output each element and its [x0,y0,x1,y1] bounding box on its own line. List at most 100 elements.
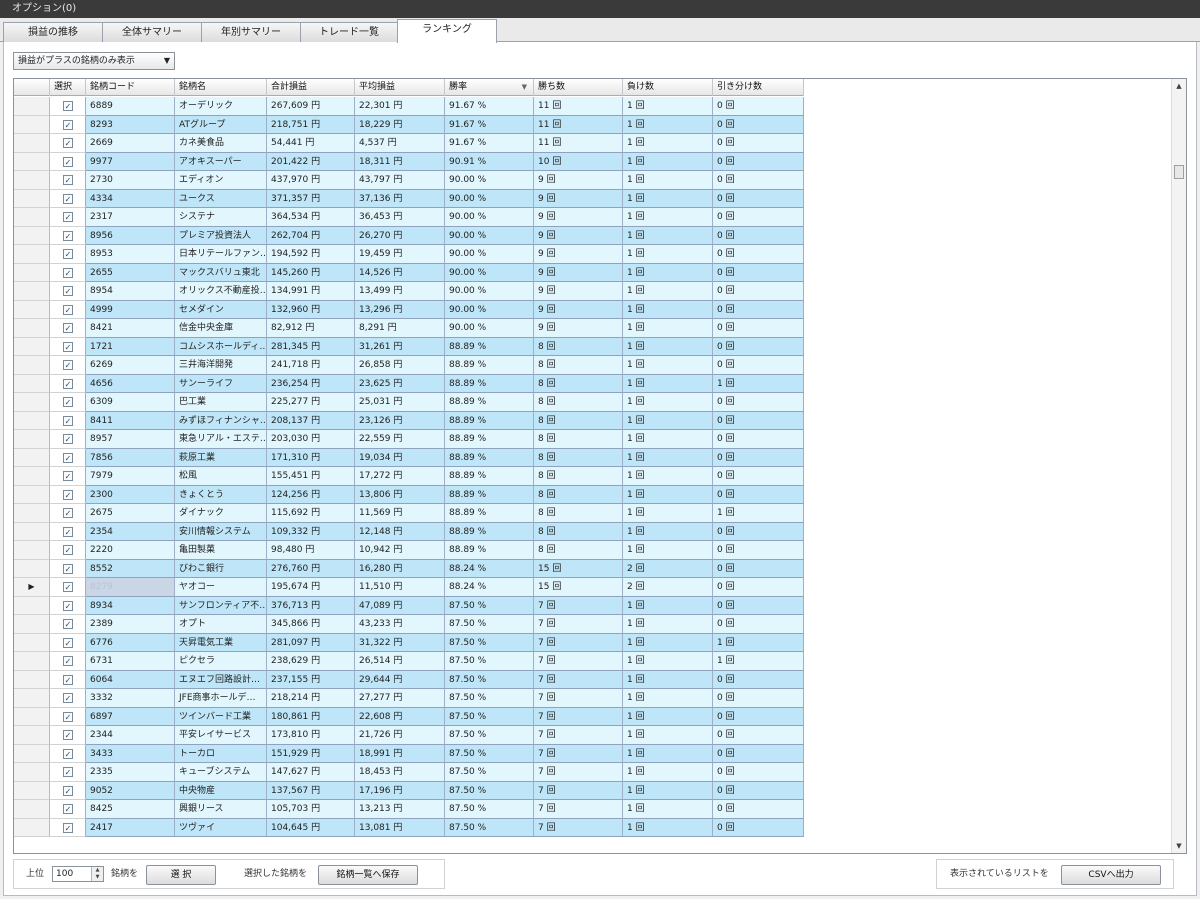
table-row[interactable]: ✓ 2220 亀田製菓 98,480 円 10,942 円 88.89 % 8 回1 回0 … [14,541,804,560]
table-row[interactable]: ✓ 1721 コムシスホールディ… 281,345 円 31,261 円 88.89 % 8… [14,337,804,356]
table-row[interactable]: ✓ 8957 東急リアル・エステ… 203,030 円 22,559 円 88.89 % 8… [14,430,804,449]
cell-winrate[interactable]: 88.89 % [445,374,534,393]
cell-draws[interactable]: 0 回 [713,152,804,171]
row-header[interactable] [14,319,50,338]
scroll-up-icon[interactable]: ▲ [1172,79,1186,93]
cell-winrate[interactable]: 90.00 % [445,245,534,264]
select-checkbox[interactable]: ✓ [63,212,73,222]
cell-average-profit[interactable]: 23,126 円 [355,411,445,430]
cell-draws[interactable]: 0 回 [713,115,804,134]
row-header[interactable] [14,300,50,319]
tab-ranking[interactable]: ランキング [397,19,497,43]
cell-code[interactable]: 8552 [86,559,175,578]
cell-total-profit[interactable]: 218,751 円 [267,115,355,134]
select-checkbox[interactable]: ✓ [63,526,73,537]
cell-name[interactable]: オプト [175,615,267,634]
select-checkbox[interactable]: ✓ [63,730,73,740]
cell-code[interactable]: 8953 [86,245,175,264]
cell-name[interactable]: エディオン [175,171,267,190]
table-row[interactable]: ✓ 3433 トーカロ 151,929 円 18,991 円 87.50 % 7 回1 回0… [14,744,804,763]
row-header[interactable] [14,559,50,578]
cell-draws[interactable]: 0 回 [713,411,804,430]
cell-winrate[interactable]: 88.89 % [445,393,534,412]
cell-average-profit[interactable]: 25,031 円 [355,393,445,412]
cell-winrate[interactable]: 88.89 % [445,467,534,486]
row-header[interactable] [14,226,50,245]
cell-winrate[interactable]: 88.24 % [445,559,534,578]
row-header[interactable] [14,448,50,467]
cell-average-profit[interactable]: 12,148 円 [355,522,445,541]
cell-code[interactable]: 2655 [86,263,175,282]
cell-total-profit[interactable]: 276,760 円 [267,559,355,578]
row-header[interactable] [14,615,50,634]
cell-code[interactable]: 8954 [86,282,175,301]
table-row[interactable]: ✓ 3332 JFE商事ホールデ… 218,214 円 27,277 円 87.50 % 7… [14,689,804,708]
cell-code[interactable]: 2220 [86,541,175,560]
cell-total-profit[interactable]: 437,970 円 [267,171,355,190]
row-header[interactable] [14,356,50,375]
cell-average-profit[interactable]: 43,797 円 [355,171,445,190]
select-checkbox[interactable]: ✓ [63,619,73,629]
row-header[interactable] [14,152,50,171]
cell-wins[interactable]: 11 回 [534,134,623,153]
cell-average-profit[interactable]: 22,559 円 [355,430,445,449]
cell-name[interactable]: 東急リアル・エステ… [175,430,267,449]
cell-total-profit[interactable]: 115,692 円 [267,504,355,523]
cell-total-profit[interactable]: 225,277 円 [267,393,355,412]
cell-name[interactable]: マックスバリュ東北 [175,263,267,282]
cell-average-profit[interactable]: 26,270 円 [355,226,445,245]
cell-draws[interactable]: 1 回 [713,652,804,671]
select-button[interactable]: 選 択 [146,865,216,885]
cell-total-profit[interactable]: 241,718 円 [267,356,355,375]
cell-average-profit[interactable]: 16,280 円 [355,559,445,578]
cell-wins[interactable]: 7 回 [534,615,623,634]
table-row[interactable]: ✓ 6897 ツインバード工業 180,861 円 22,608 円 87.50 % 7 回… [14,707,804,726]
cell-total-profit[interactable]: 208,137 円 [267,411,355,430]
cell-total-profit[interactable]: 54,441 円 [267,134,355,153]
cell-name[interactable]: 興銀リース [175,800,267,819]
cell-draws[interactable]: 0 回 [713,171,804,190]
row-header[interactable] [14,633,50,652]
row-header[interactable] [14,337,50,356]
cell-wins[interactable]: 7 回 [534,726,623,745]
cell-average-profit[interactable]: 13,296 円 [355,300,445,319]
cell-code[interactable]: 8279 [86,578,175,597]
cell-losses[interactable]: 1 回 [623,374,713,393]
row-header[interactable] [14,522,50,541]
table-row[interactable]: ✓ 6269 三井海洋開発 241,718 円 26,858 円 88.89 % 8 回1 … [14,356,804,375]
cell-total-profit[interactable]: 82,912 円 [267,319,355,338]
cell-average-profit[interactable]: 19,459 円 [355,245,445,264]
cell-average-profit[interactable]: 23,625 円 [355,374,445,393]
cell-wins[interactable]: 8 回 [534,504,623,523]
cell-average-profit[interactable]: 36,453 円 [355,208,445,227]
cell-losses[interactable]: 1 回 [623,152,713,171]
cell-total-profit[interactable]: 203,030 円 [267,430,355,449]
cell-total-profit[interactable]: 262,704 円 [267,226,355,245]
cell-losses[interactable]: 1 回 [623,337,713,356]
cell-winrate[interactable]: 91.67 % [445,115,534,134]
cell-wins[interactable]: 7 回 [534,744,623,763]
table-row[interactable]: ✓ 2655 マックスバリュ東北 145,260 円 14,526 円 90.00 % 9 … [14,263,804,282]
cell-wins[interactable]: 7 回 [534,781,623,800]
table-row[interactable]: ✓ 2417 ツヴァイ 104,645 円 13,081 円 87.50 % 7 回1 回0… [14,818,804,837]
cell-average-profit[interactable]: 17,196 円 [355,781,445,800]
cell-losses[interactable]: 1 回 [623,245,713,264]
cell-name[interactable]: 亀田製菓 [175,541,267,560]
cell-total-profit[interactable]: 201,422 円 [267,152,355,171]
cell-draws[interactable]: 0 回 [713,578,804,597]
cell-average-profit[interactable]: 31,322 円 [355,633,445,652]
cell-name[interactable]: 中央物産 [175,781,267,800]
cell-total-profit[interactable]: 98,480 円 [267,541,355,560]
cell-total-profit[interactable]: 134,991 円 [267,282,355,301]
table-row[interactable]: ✓ 2669 カネ美食品 54,441 円 4,537 円 91.67 % 11 回1 回0… [14,134,804,153]
cell-wins[interactable]: 9 回 [534,245,623,264]
cell-wins[interactable]: 11 回 [534,115,623,134]
select-checkbox[interactable]: ✓ [63,545,73,555]
cell-winrate[interactable]: 87.50 % [445,744,534,763]
cell-losses[interactable]: 1 回 [623,189,713,208]
cell-draws[interactable]: 0 回 [713,818,804,837]
cell-losses[interactable]: 1 回 [623,411,713,430]
cell-losses[interactable]: 1 回 [623,171,713,190]
cell-name[interactable]: みずほフィナンシャ… [175,411,267,430]
table-row[interactable]: ✓ 7979 松風 155,451 円 17,272 円 88.89 % 8 回1 回0 回 [14,467,804,486]
